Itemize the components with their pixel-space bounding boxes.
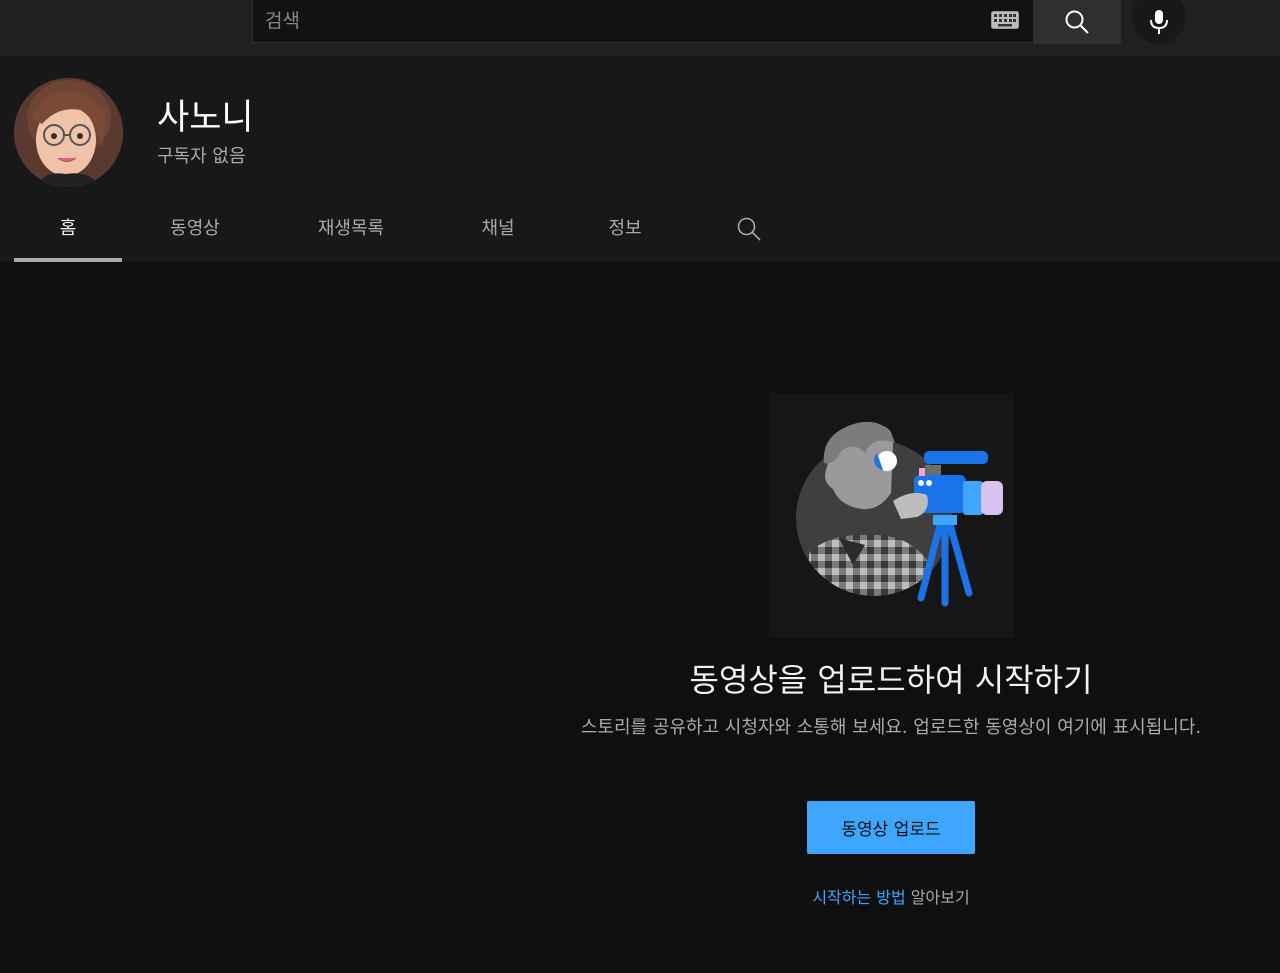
upload-illustration xyxy=(769,393,1014,638)
empty-state-description: 스토리를 공유하고 시청자와 소통해 보세요. 업로드한 동영상이 여기에 표시… xyxy=(580,717,1202,738)
empty-state-title: 동영상을 업로드하여 시작하기 xyxy=(689,661,1093,699)
mic-icon xyxy=(1150,10,1168,34)
voice-search-button[interactable] xyxy=(1132,0,1186,44)
learn-more: 시작하는 방법 알아보기 xyxy=(555,884,1227,908)
channel-header: 사노니 구독자 없음 홈 동영상 재생목록 채널 정보 xyxy=(0,56,1280,262)
tab-about[interactable]: 정보 xyxy=(584,200,666,258)
avatar[interactable] xyxy=(14,78,123,187)
upload-video-button[interactable]: 동영상 업로드 xyxy=(807,801,975,854)
learn-more-suffix: 알아보기 xyxy=(905,888,970,907)
search-box[interactable] xyxy=(252,0,1034,43)
channel-name: 사노니 xyxy=(157,98,254,138)
search-icon xyxy=(1065,10,1089,34)
search-input[interactable] xyxy=(263,0,967,42)
tab-home[interactable]: 홈 xyxy=(14,200,122,262)
channel-search-icon[interactable] xyxy=(736,216,762,246)
tab-channels[interactable]: 채널 xyxy=(454,200,542,258)
top-bar xyxy=(0,0,1280,56)
tab-playlists[interactable]: 재생목록 xyxy=(294,200,408,258)
search-button[interactable] xyxy=(1033,0,1121,44)
learn-more-link[interactable]: 시작하는 방법 xyxy=(812,888,905,907)
tab-videos[interactable]: 동영상 xyxy=(142,200,248,258)
keyboard-icon[interactable] xyxy=(991,11,1019,33)
subscriber-count: 구독자 없음 xyxy=(157,146,246,167)
